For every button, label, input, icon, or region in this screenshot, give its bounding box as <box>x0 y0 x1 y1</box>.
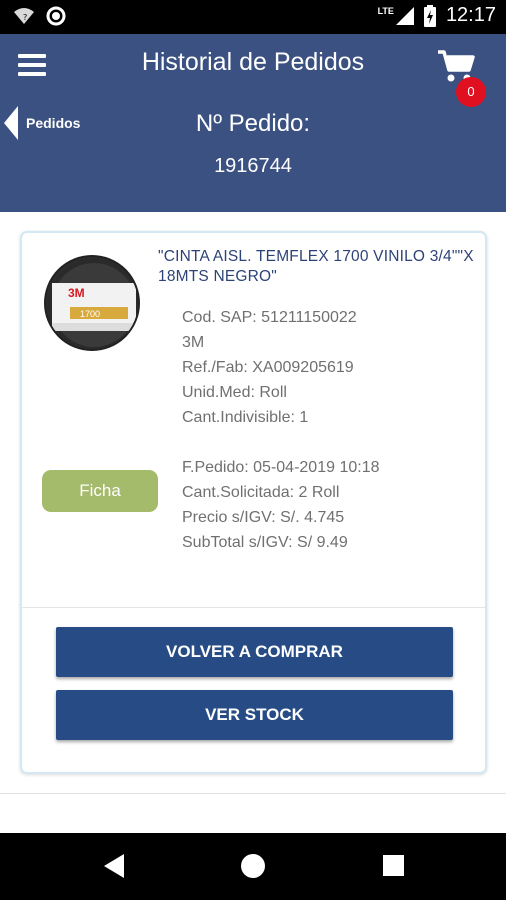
order-info: F.Pedido: 05-04-2019 10:18 Cant.Solicita… <box>182 455 482 555</box>
svg-text:?: ? <box>23 13 27 22</box>
tape-roll-icon: 3M 1700 <box>48 259 138 349</box>
order-date: F.Pedido: 05-04-2019 10:18 <box>182 459 380 476</box>
order-item-card: 3M 1700 "CINTA AISL. TEMFLEX 1700 VINILO… <box>20 231 487 774</box>
status-bar: ? LTE 12:17 <box>0 0 506 34</box>
system-nav-bar <box>0 833 506 900</box>
order-number: 1916744 <box>214 155 292 177</box>
ficha-button[interactable]: Ficha <box>42 470 158 512</box>
wifi-unknown-icon: ? <box>14 8 34 24</box>
order-label: Nº Pedido: <box>195 110 311 137</box>
product-brand: 3M <box>182 334 205 351</box>
cart-count-badge: 0 <box>456 77 486 107</box>
product-details: Cod. SAP: 51211150022 3M Ref./Fab: XA009… <box>182 305 482 430</box>
subtotal: SubTotal s/IGV: S/ 9.49 <box>182 534 348 551</box>
nav-home-icon[interactable] <box>241 854 265 878</box>
nav-back-icon[interactable] <box>104 854 124 878</box>
clock: 12:17 <box>445 4 496 26</box>
view-stock-button[interactable]: VER STOCK <box>56 690 453 740</box>
signal-icon <box>395 6 414 25</box>
unit-price: Precio s/IGV: S/. 4.745 <box>182 509 345 526</box>
tape-model-label: 1700 <box>80 309 100 319</box>
circle-notification-icon <box>46 6 66 26</box>
battery-charging-icon <box>423 4 436 27</box>
unid-med: Unid.Med: Roll <box>182 384 287 401</box>
product-name[interactable]: "CINTA AISL. TEMFLEX 1700 VINILO 3/4""X … <box>158 247 480 287</box>
app-header: Historial de Pedidos 0 Pedidos Nº Pedido… <box>0 34 506 212</box>
quantity-requested: Cant.Solicitada: 2 Roll <box>182 484 340 501</box>
card-divider <box>22 607 485 608</box>
network-type: LTE <box>377 5 394 16</box>
product-image[interactable]: 3M 1700 <box>44 255 140 351</box>
nav-recents-icon[interactable] <box>383 855 404 876</box>
cant-indivisible: Cant.Indivisible: 1 <box>182 409 309 426</box>
brand-logo: 3M <box>68 286 85 300</box>
ref-fab: Ref./Fab: XA009205619 <box>182 359 354 376</box>
buy-again-button[interactable]: VOLVER A COMPRAR <box>56 627 453 677</box>
page-title: Historial de Pedidos <box>141 48 365 76</box>
cod-sap: Cod. SAP: 51211150022 <box>182 309 357 326</box>
list-end-divider <box>0 793 506 794</box>
